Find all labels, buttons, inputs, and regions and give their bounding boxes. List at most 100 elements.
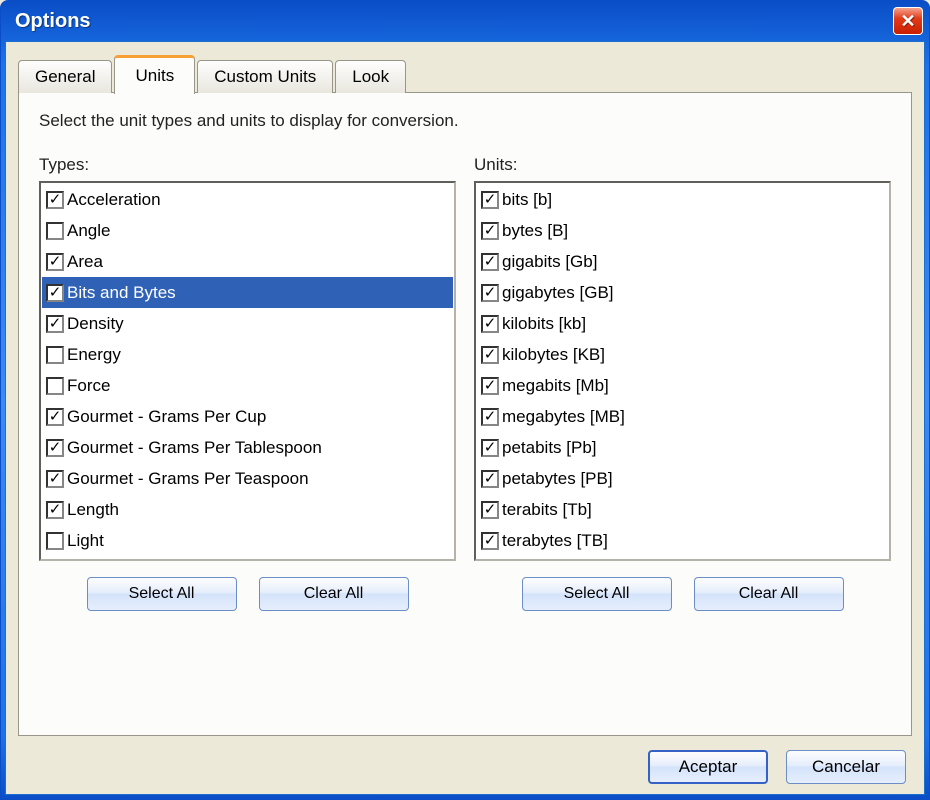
list-item[interactable]: Light [42,525,453,556]
list-item-label: Acceleration [67,190,161,210]
checkbox-icon[interactable] [46,377,64,395]
list-item[interactable]: ✓terabits [Tb] [477,494,888,525]
list-item-label: bits [b] [502,190,552,210]
types-column: Types: ✓AccelerationAngle✓Area✓Bits and … [39,155,456,717]
checkbox-icon[interactable]: ✓ [481,253,499,271]
checkbox-icon[interactable]: ✓ [481,408,499,426]
button-label: Select All [129,585,195,603]
checkbox-icon[interactable]: ✓ [46,408,64,426]
types-label: Types: [39,155,456,175]
button-label: Aceptar [679,757,738,777]
checkbox-icon[interactable]: ✓ [481,284,499,302]
list-item[interactable]: ✓gigabits [Gb] [477,246,888,277]
list-item-label: petabytes [PB] [502,469,613,489]
types-clear-all-button[interactable]: Clear All [259,577,409,611]
tab-look[interactable]: Look [335,60,406,93]
units-select-all-button[interactable]: Select All [522,577,672,611]
tab-custom-units[interactable]: Custom Units [197,60,333,93]
list-item[interactable]: ✓Gourmet - Grams Per Teaspoon [42,463,453,494]
tab-panel-units: Select the unit types and units to displ… [18,92,912,736]
checkbox-icon[interactable]: ✓ [46,253,64,271]
checkbox-icon[interactable]: ✓ [481,470,499,488]
checkbox-icon[interactable]: ✓ [481,315,499,333]
types-listbox[interactable]: ✓AccelerationAngle✓Area✓Bits and Bytes✓D… [39,181,456,561]
checkbox-icon[interactable]: ✓ [481,532,499,550]
tab-label: Look [352,67,389,86]
units-column: Units: ✓bits [b]✓bytes [B]✓gigabits [Gb]… [474,155,891,717]
checkbox-icon[interactable] [46,222,64,240]
types-button-row: Select All Clear All [39,577,456,611]
list-item-label: Density [67,314,124,334]
checkbox-icon[interactable]: ✓ [481,439,499,457]
list-item-label: gigabytes [GB] [502,283,614,303]
tabstrip: General Units Custom Units Look [18,54,912,92]
accept-button[interactable]: Aceptar [648,750,768,784]
list-item-label: Force [67,376,110,396]
units-listbox[interactable]: ✓bits [b]✓bytes [B]✓gigabits [Gb]✓gigaby… [474,181,891,561]
button-label: Clear All [304,585,364,603]
list-item-label: Energy [67,345,121,365]
list-item[interactable]: ✓kilobytes [KB] [477,339,888,370]
list-item-label: petabits [Pb] [502,438,597,458]
list-item[interactable]: ✓terabytes [TB] [477,525,888,556]
checkbox-icon[interactable]: ✓ [481,501,499,519]
columns: Types: ✓AccelerationAngle✓Area✓Bits and … [39,155,891,717]
list-item-label: Bits and Bytes [67,283,176,303]
close-button[interactable]: ✕ [893,7,923,35]
list-item-label: gigabits [Gb] [502,252,597,272]
instruction-text: Select the unit types and units to displ… [39,111,891,131]
checkbox-icon[interactable]: ✓ [481,222,499,240]
checkbox-icon[interactable]: ✓ [46,191,64,209]
list-item[interactable]: ✓Density [42,308,453,339]
checkbox-icon[interactable] [46,532,64,550]
list-item[interactable]: ✓Length [42,494,453,525]
button-label: Clear All [739,585,799,603]
list-item[interactable]: ✓gigabytes [GB] [477,277,888,308]
list-item[interactable]: ✓Gourmet - Grams Per Tablespoon [42,432,453,463]
options-window: Options ✕ General Units Custom Units Loo… [0,0,930,800]
tab-label: Custom Units [214,67,316,86]
list-item-label: megabits [Mb] [502,376,609,396]
list-item-label: Area [67,252,103,272]
checkbox-icon[interactable]: ✓ [481,346,499,364]
list-item[interactable]: ✓petabits [Pb] [477,432,888,463]
list-item[interactable]: ✓Acceleration [42,184,453,215]
button-label: Cancelar [812,757,880,777]
tab-units[interactable]: Units [114,55,195,94]
tab-general[interactable]: General [18,60,112,93]
checkbox-icon[interactable]: ✓ [481,377,499,395]
list-item[interactable]: ✓Bits and Bytes [42,277,453,308]
list-item[interactable]: ✓megabits [Mb] [477,370,888,401]
types-select-all-button[interactable]: Select All [87,577,237,611]
list-item-label: terabytes [TB] [502,531,608,551]
list-item[interactable]: Force [42,370,453,401]
list-item[interactable]: ✓bits [b] [477,184,888,215]
checkbox-icon[interactable] [46,346,64,364]
units-clear-all-button[interactable]: Clear All [694,577,844,611]
cancel-button[interactable]: Cancelar [786,750,906,784]
list-item-label: Length [67,500,119,520]
dialog-button-row: Aceptar Cancelar [18,736,912,784]
checkbox-icon[interactable]: ✓ [46,315,64,333]
checkbox-icon[interactable]: ✓ [46,501,64,519]
checkbox-icon[interactable]: ✓ [481,191,499,209]
checkbox-icon[interactable]: ✓ [46,439,64,457]
list-item-label: kilobytes [KB] [502,345,605,365]
window-title: Options [15,10,893,33]
list-item[interactable]: ✓megabytes [MB] [477,401,888,432]
list-item[interactable]: ✓Area [42,246,453,277]
checkbox-icon[interactable]: ✓ [46,470,64,488]
list-item-label: Angle [67,221,110,241]
units-button-row: Select All Clear All [474,577,891,611]
list-item-label: Gourmet - Grams Per Teaspoon [67,469,309,489]
list-item[interactable]: Angle [42,215,453,246]
checkbox-icon[interactable]: ✓ [46,284,64,302]
list-item[interactable]: ✓kilobits [kb] [477,308,888,339]
list-item[interactable]: ✓bytes [B] [477,215,888,246]
list-item-label: terabits [Tb] [502,500,592,520]
list-item[interactable]: ✓Gourmet - Grams Per Cup [42,401,453,432]
list-item-label: megabytes [MB] [502,407,625,427]
units-label: Units: [474,155,891,175]
list-item[interactable]: ✓petabytes [PB] [477,463,888,494]
list-item[interactable]: Energy [42,339,453,370]
